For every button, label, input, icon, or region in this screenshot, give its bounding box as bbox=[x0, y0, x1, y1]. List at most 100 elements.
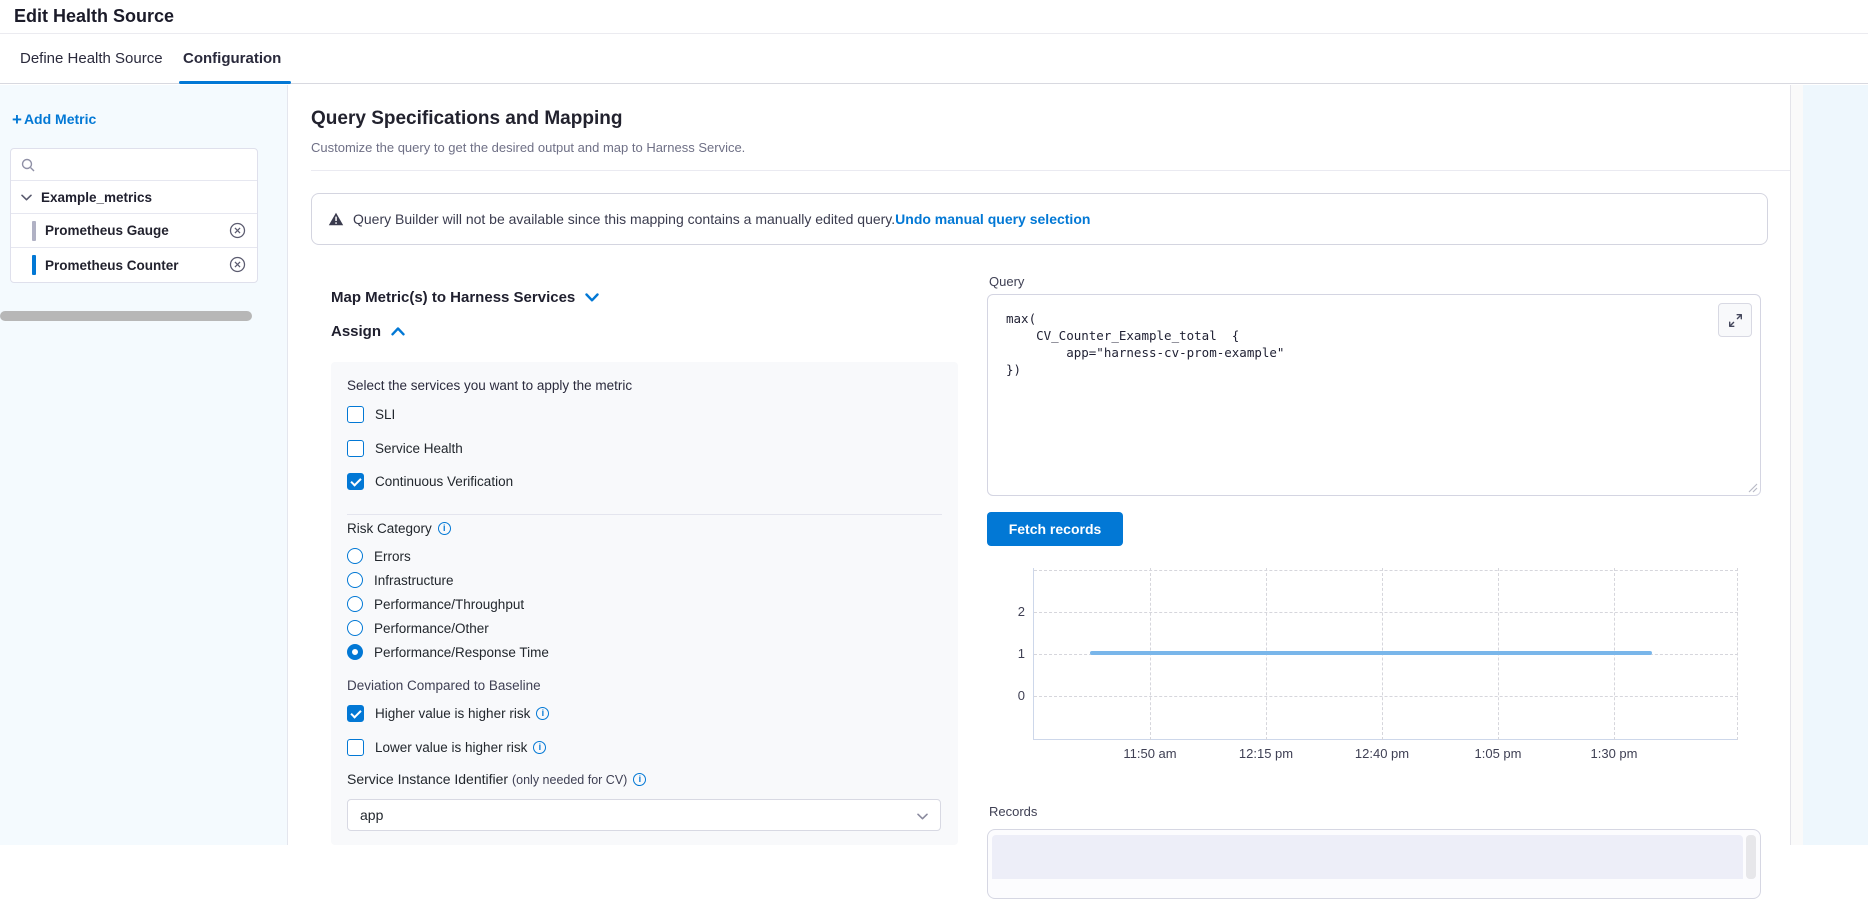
query-builder-warning-banner: Query Builder will not be available sinc… bbox=[311, 193, 1768, 245]
expand-query-button[interactable] bbox=[1718, 303, 1752, 337]
metric-group-example-metrics[interactable]: Example_metrics bbox=[11, 181, 257, 214]
query-label: Query bbox=[989, 274, 1024, 289]
performance-throughput-label: Performance/Throughput bbox=[374, 597, 524, 612]
info-icon[interactable] bbox=[533, 741, 546, 754]
continuous-verification-label: Continuous Verification bbox=[375, 474, 513, 489]
radio-row-errors[interactable]: Errors bbox=[347, 547, 411, 565]
resize-grip[interactable] bbox=[1748, 483, 1758, 493]
active-tab-underline bbox=[179, 81, 291, 84]
metric-search bbox=[11, 149, 257, 181]
remove-metric-icon[interactable] bbox=[229, 256, 246, 273]
performance-throughput-radio[interactable] bbox=[347, 596, 363, 612]
x-tick-label: 11:50 am bbox=[1100, 746, 1200, 761]
errors-label: Errors bbox=[374, 549, 411, 564]
divider bbox=[311, 170, 1790, 171]
selected-value: app bbox=[360, 807, 383, 823]
records-header-strip bbox=[992, 835, 1743, 879]
metric-item-label: Prometheus Counter bbox=[45, 258, 179, 273]
errors-radio[interactable] bbox=[347, 548, 363, 564]
gridline bbox=[1034, 570, 1738, 571]
search-input[interactable] bbox=[41, 150, 251, 178]
query-result-chart: 2 1 0 11:50 am 12:15 pm 12:40 pm 1:05 pm… bbox=[987, 560, 1761, 775]
query-code[interactable]: max( CV_Counter_Example_total { app="har… bbox=[988, 295, 1760, 393]
warning-icon bbox=[328, 212, 344, 226]
higher-value-checkbox[interactable] bbox=[347, 705, 364, 722]
service-health-checkbox[interactable] bbox=[347, 440, 364, 457]
undo-manual-query-link[interactable]: Undo manual query selection bbox=[895, 211, 1090, 227]
chart-data-line bbox=[1090, 651, 1652, 655]
checkbox-row-sli[interactable]: SLI bbox=[347, 405, 395, 423]
section-heading: Query Specifications and Mapping bbox=[311, 108, 622, 130]
section-subheading: Customize the query to get the desired o… bbox=[311, 140, 745, 155]
chevron-down-icon bbox=[585, 293, 599, 302]
map-metric-label: Map Metric(s) to Harness Services bbox=[331, 289, 575, 306]
query-editor[interactable]: max( CV_Counter_Example_total { app="har… bbox=[987, 294, 1761, 496]
x-tick-label: 1:30 pm bbox=[1564, 746, 1664, 761]
page-title: Edit Health Source bbox=[14, 6, 174, 27]
y-tick-label: 2 bbox=[987, 605, 1025, 619]
metric-item-label: Prometheus Gauge bbox=[45, 223, 169, 238]
drawer-scrollbar-track[interactable] bbox=[1790, 85, 1803, 845]
sli-label: SLI bbox=[375, 407, 395, 422]
metric-accent-bar bbox=[32, 221, 36, 241]
assign-label: Assign bbox=[331, 323, 381, 340]
sli-checkbox[interactable] bbox=[347, 406, 364, 423]
performance-other-label: Performance/Other bbox=[374, 621, 489, 636]
assign-section-toggle[interactable]: Assign bbox=[331, 323, 405, 340]
chevron-down-icon bbox=[917, 813, 928, 820]
remove-metric-icon[interactable] bbox=[229, 222, 246, 239]
y-tick-label: 1 bbox=[987, 647, 1025, 661]
deviation-label: Deviation Compared to Baseline bbox=[347, 678, 541, 693]
gridline bbox=[1034, 612, 1738, 613]
chevron-up-icon bbox=[391, 327, 405, 336]
radio-row-performance-throughput[interactable]: Performance/Throughput bbox=[347, 595, 524, 613]
radio-row-performance-response-time[interactable]: Performance/Response Time bbox=[347, 643, 549, 661]
metrics-sidebar: +Add Metric Example_metrics Prometheus G… bbox=[0, 85, 288, 845]
add-metric-button[interactable]: +Add Metric bbox=[12, 110, 96, 130]
performance-response-time-radio[interactable] bbox=[347, 644, 363, 660]
page-header: Edit Health Source bbox=[0, 0, 1868, 34]
x-tick-label: 12:40 pm bbox=[1332, 746, 1432, 761]
checkbox-row-service-health[interactable]: Service Health bbox=[347, 439, 463, 457]
fetch-records-button[interactable]: Fetch records bbox=[987, 512, 1123, 546]
query-specifications-panel: Query Specifications and Mapping Customi… bbox=[289, 85, 1790, 845]
performance-response-time-label: Performance/Response Time bbox=[374, 645, 549, 660]
tab-configuration[interactable]: Configuration bbox=[183, 34, 281, 84]
info-icon[interactable] bbox=[536, 707, 549, 720]
metric-group-name: Example_metrics bbox=[41, 190, 152, 205]
warning-text: Query Builder will not be available sinc… bbox=[353, 211, 895, 227]
checkbox-row-higher-value[interactable]: Higher value is higher risk bbox=[347, 704, 549, 722]
chart-plot-area: 11:50 am 12:15 pm 12:40 pm 1:05 pm 1:30 … bbox=[1033, 568, 1737, 740]
horizontal-scrollbar-thumb[interactable] bbox=[0, 311, 252, 321]
records-scrollbar[interactable] bbox=[1746, 835, 1756, 879]
performance-other-radio[interactable] bbox=[347, 620, 363, 636]
checkbox-row-continuous-verification[interactable]: Continuous Verification bbox=[347, 472, 513, 490]
chevron-down-icon bbox=[21, 194, 32, 201]
expand-icon bbox=[1728, 313, 1743, 328]
higher-value-label: Higher value is higher risk bbox=[375, 706, 549, 721]
service-health-label: Service Health bbox=[375, 441, 463, 456]
service-instance-identifier-label: Service Instance Identifier (only needed… bbox=[347, 771, 646, 787]
y-tick-label: 0 bbox=[987, 689, 1025, 703]
records-box bbox=[987, 829, 1761, 899]
records-label: Records bbox=[989, 804, 1037, 819]
info-icon[interactable] bbox=[633, 773, 646, 786]
plus-icon: + bbox=[12, 110, 22, 129]
infrastructure-label: Infrastructure bbox=[374, 573, 454, 588]
map-metric-section-toggle[interactable]: Map Metric(s) to Harness Services bbox=[331, 289, 599, 306]
x-tick-label: 12:15 pm bbox=[1216, 746, 1316, 761]
lower-value-checkbox[interactable] bbox=[347, 739, 364, 756]
infrastructure-radio[interactable] bbox=[347, 572, 363, 588]
tab-define-health-source[interactable]: Define Health Source bbox=[20, 34, 163, 84]
continuous-verification-checkbox[interactable] bbox=[347, 473, 364, 490]
sidebar-item-prometheus-gauge[interactable]: Prometheus Gauge bbox=[11, 214, 257, 248]
radio-row-performance-other[interactable]: Performance/Other bbox=[347, 619, 489, 637]
service-instance-identifier-select[interactable]: app bbox=[347, 799, 941, 831]
radio-row-infrastructure[interactable]: Infrastructure bbox=[347, 571, 454, 589]
metric-accent-bar bbox=[32, 255, 36, 275]
tab-bar: Define Health Source Configuration bbox=[0, 34, 1868, 84]
gridline bbox=[1034, 696, 1738, 697]
checkbox-row-lower-value[interactable]: Lower value is higher risk bbox=[347, 738, 546, 756]
sidebar-item-prometheus-counter[interactable]: Prometheus Counter bbox=[11, 248, 257, 282]
info-icon[interactable] bbox=[438, 522, 451, 535]
